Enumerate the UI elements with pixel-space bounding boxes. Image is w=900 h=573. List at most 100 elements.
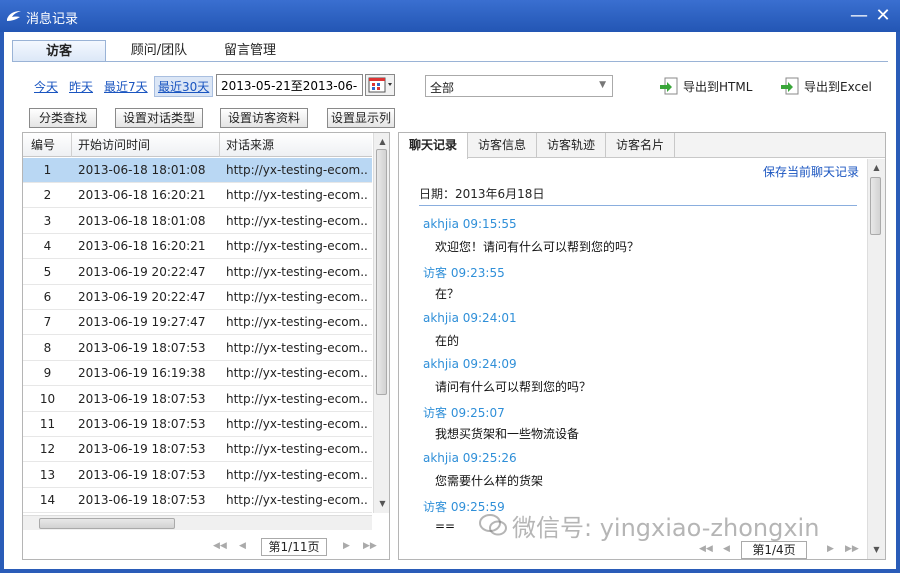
visitor-list-panel: 编号 开始访问时间 对话来源 1 2013-06-18 18:01:08 http:… [22,132,390,560]
chat-scroll-up-icon[interactable]: ▲ [868,161,885,175]
date-divider [419,205,857,206]
chat-pager: ◀◀ ◀ 第1/4页 ▶ ▶▶ [699,541,859,561]
tab-visitor[interactable]: 访客 [12,40,106,62]
cell-source: http://yx-testing-ecom... [226,467,368,482]
last-page-icon[interactable]: ▶▶ [363,541,377,551]
close-button[interactable]: ✕ [873,6,893,26]
tab-consultant-team[interactable]: 顾问/团队 [116,40,202,62]
list-page-indicator[interactable]: 第1/11页 [261,538,327,556]
prev-page-icon[interactable]: ◀ [239,541,246,551]
table-row[interactable]: 13 2013-06-19 18:07:53 http://yx-testing-e… [23,463,372,488]
table-row[interactable]: 4 2013-06-18 16:20:21 http://yx-testing-ec… [23,234,372,260]
chat-scroll-thumb[interactable] [870,177,881,235]
cell-id: 14 [39,493,56,508]
list-horizontal-scrollbar[interactable] [23,515,372,530]
table-row[interactable]: 7 2013-06-19 19:27:47 http://yx-testing-ec… [23,310,372,336]
toolbar: 分类查找 设置对话类型 设置访客资料 设置显示列 [4,106,896,130]
message-body: 欢迎您！请问有什么可以帮到您的吗？ [435,240,640,254]
chat-date: 日期：2013年6月18日 [419,187,545,201]
set-visitor-info-button[interactable]: 设置访客资料 [220,108,308,128]
tab-message-management[interactable]: 留言管理 [212,40,288,62]
filter-last-7-days[interactable]: 最近7天 [104,78,148,95]
cell-start-time: 2013-06-19 18:07:53 [78,417,206,431]
list-hscroll-thumb[interactable] [39,518,175,529]
chat-last-page-icon[interactable]: ▶▶ [845,544,859,554]
cell-id: 13 [39,467,56,482]
chevron-down-icon: ▼ [599,80,606,90]
filter-bar: 今天 昨天 最近7天 最近30天 全部 ▼ [4,72,896,100]
message-record-window: 消息记录 — ✕ 访客 顾问/团队 留言管理 今天 昨天 最近7天 最近30天 [0,0,900,573]
detail-tabs: 聊天记录 访客信息 访客轨迹 访客名片 [399,133,885,159]
filter-today[interactable]: 今天 [34,78,58,95]
message-header: akhjia 09:24:09 [423,357,517,372]
minimize-button[interactable]: — [849,6,869,26]
message-header: akhjia 09:25:26 [423,451,517,465]
tab-visitor-card[interactable]: 访客名片 [606,133,675,158]
column-header-source[interactable]: 对话来源 [220,133,372,157]
cell-source: http://yx-testing-ecom... [226,493,368,508]
cell-source: http://yx-testing-ecom... [226,239,368,254]
table-row[interactable]: 2 2013-06-18 16:20:21 http://yx-testing-ec… [23,183,372,209]
chat-next-page-icon[interactable]: ▶ [827,544,834,554]
chat-prev-page-icon[interactable]: ◀ [723,544,730,554]
cell-source: http://yx-testing-ecom... [226,264,368,279]
list-scroll-thumb[interactable] [376,149,387,395]
cell-id: 9 [43,366,52,381]
cell-start-time: 2013-06-18 16:20:21 [78,239,206,254]
classify-search-button[interactable]: 分类查找 [29,108,97,128]
export-excel-label: 导出到Excel [804,80,872,94]
tab-visitor-track[interactable]: 访客轨迹 [537,133,606,158]
list-header: 编号 开始访问时间 对话来源 [23,133,372,157]
export-html-label: 导出到HTML [683,80,753,94]
table-row[interactable]: 5 2013-06-19 20:22:47 http://yx-testing-ec… [23,260,372,285]
filter-last-30-days[interactable]: 最近30天 [154,76,214,97]
save-chat-link[interactable]: 保存当前聊天记录 [763,163,859,180]
cell-start-time: 2013-06-19 18:07:53 [78,467,206,482]
scroll-up-icon[interactable]: ▲ [374,135,391,149]
message-header: akhjia 09:24:01 [423,310,517,325]
set-display-columns-button[interactable]: 设置显示列 [327,108,395,128]
set-dialog-type-button[interactable]: 设置对话类型 [115,108,203,128]
column-header-start-time[interactable]: 开始访问时间 [72,133,220,157]
tab-divider [12,61,888,62]
date-range-input[interactable] [216,74,363,96]
export-html-button[interactable]: 导出到HTML [659,74,759,98]
table-row[interactable]: 9 2013-06-19 16:19:38 http://yx-testing-ec… [23,361,372,387]
chat-scroll-down-icon[interactable]: ▼ [868,543,885,557]
chat-page-indicator[interactable]: 第1/4页 [741,541,807,559]
first-page-icon[interactable]: ◀◀ [213,541,227,551]
cell-id: 1 [43,163,52,177]
wechat-watermark-icon [479,514,507,536]
column-header-id[interactable]: 编号 [23,133,72,157]
cell-id: 5 [43,264,52,279]
cell-start-time: 2013-06-19 19:27:47 [78,315,206,330]
next-page-icon[interactable]: ▶ [343,541,350,551]
scroll-down-icon[interactable]: ▼ [374,497,391,511]
chat-vertical-scrollbar[interactable]: ▲ ▼ [867,159,885,559]
tab-visitor-info[interactable]: 访客信息 [468,133,537,158]
list-vertical-scrollbar[interactable]: ▲ ▼ [373,133,389,513]
cell-start-time: 2013-06-19 18:07:53 [78,442,206,457]
cell-source: http://yx-testing-ecom... [226,163,368,177]
table-row[interactable]: 14 2013-06-19 18:07:53 http://yx-testing-e… [23,488,372,513]
table-row[interactable]: 1 2013-06-18 18:01:08 http://yx-testing-ec… [23,158,372,183]
cell-source: http://yx-testing-ecom... [226,340,368,355]
chat-first-page-icon[interactable]: ◀◀ [699,544,713,554]
tab-chat-log[interactable]: 聊天记录 [399,133,468,159]
export-page-icon [660,77,678,95]
message-body: 在？ [435,286,460,301]
export-excel-button[interactable]: 导出到Excel [780,74,880,98]
table-row[interactable]: 12 2013-06-19 18:07:53 http://yx-testing-e… [23,437,372,463]
cell-source: http://yx-testing-ecom... [226,442,368,457]
list-pager: ◀◀ ◀ 第1/11页 ▶ ▶▶ [213,538,383,558]
table-row[interactable]: 3 2013-06-18 18:01:08 http://yx-testing-ec… [23,209,372,234]
calendar-button[interactable] [365,74,395,96]
scope-select[interactable]: 全部 ▼ [425,75,613,97]
message-body: 我想买货架和一些物流设备 [435,427,580,442]
table-row[interactable]: 10 2013-06-19 18:07:53 http://yx-testing-e… [23,387,372,412]
filter-yesterday[interactable]: 昨天 [69,78,93,95]
table-row[interactable]: 8 2013-06-19 18:07:53 http://yx-testing-ec… [23,336,372,361]
message-body: 在的 [435,333,460,348]
table-row[interactable]: 6 2013-06-19 20:22:47 http://yx-testing-ec… [23,285,372,310]
table-row[interactable]: 11 2013-06-19 18:07:53 http://yx-testing-e… [23,412,372,437]
